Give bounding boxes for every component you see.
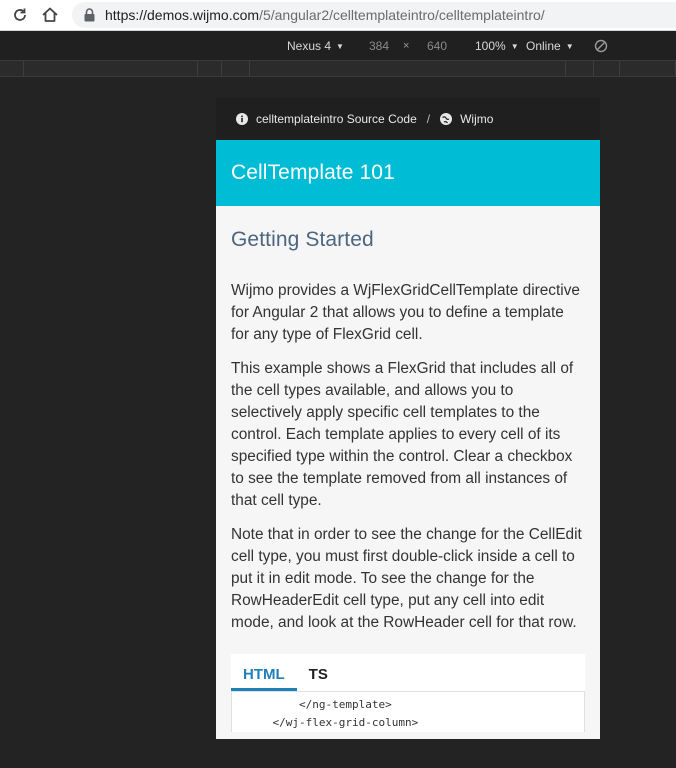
globe-icon (440, 113, 453, 125)
device-toolbar: Nexus 4 ▼ 384 × 640 100% ▼ Online ▼ (0, 31, 676, 60)
height-input[interactable]: 640 (427, 39, 447, 53)
page-title: CellTemplate 101 (216, 140, 600, 206)
rotate-icon[interactable] (594, 38, 608, 57)
media-query-bar (0, 60, 676, 77)
main-content: Getting Started Wijmo provides a WjFlexG… (216, 206, 600, 732)
note-paragraph: Note that in order to see the change for… (231, 526, 582, 631)
code-viewer: </ng-template> </wj-flex-grid-column> (231, 692, 585, 732)
breadcrumb-separator: / (426, 112, 431, 126)
zoom-select[interactable]: 100% ▼ (475, 39, 519, 53)
reload-icon[interactable] (8, 3, 32, 27)
tab-html[interactable]: HTML (231, 666, 297, 691)
device-label: Nexus 4 (287, 39, 332, 53)
info-icon (236, 113, 248, 125)
device-select[interactable]: Nexus 4 ▼ (287, 39, 344, 53)
network-label: Online (526, 39, 561, 53)
breadcrumb: celltemplateintro Source Code / Wijmo (216, 98, 600, 140)
lock-icon (84, 8, 96, 22)
network-select[interactable]: Online ▼ (526, 39, 574, 53)
home-icon[interactable] (38, 3, 62, 27)
caret-down-icon: ▼ (565, 41, 574, 51)
code-tabs: HTML TS (231, 654, 585, 692)
intro-paragraph: Wijmo provides a WjFlexGridCellTemplate … (231, 282, 580, 343)
example-paragraph: This example shows a FlexGrid that inclu… (231, 360, 574, 509)
section-heading: Getting Started (231, 228, 374, 251)
url-host: https://demos.wijmo.com (105, 7, 260, 23)
tab-ts[interactable]: TS (297, 666, 340, 691)
times-icon: × (403, 40, 410, 52)
wijmo-link[interactable]: Wijmo (460, 112, 493, 126)
source-code-link[interactable]: celltemplateintro Source Code (256, 112, 417, 126)
width-input[interactable]: 384 (369, 39, 389, 53)
browser-toolbar: https://demos.wijmo.com/5/angular2/cellt… (0, 0, 676, 31)
device-viewport: celltemplateintro Source Code / Wijmo Ce… (216, 98, 600, 739)
caret-down-icon: ▼ (510, 41, 519, 51)
caret-down-icon: ▼ (336, 41, 344, 51)
url-path: /5/angular2/celltemplateintro/celltempla… (259, 7, 545, 23)
code-line: </ng-template> (246, 698, 392, 711)
code-line: </wj-flex-grid-column> (246, 716, 419, 729)
zoom-label: 100% (475, 39, 506, 53)
address-bar[interactable]: https://demos.wijmo.com/5/angular2/cellt… (72, 2, 676, 28)
